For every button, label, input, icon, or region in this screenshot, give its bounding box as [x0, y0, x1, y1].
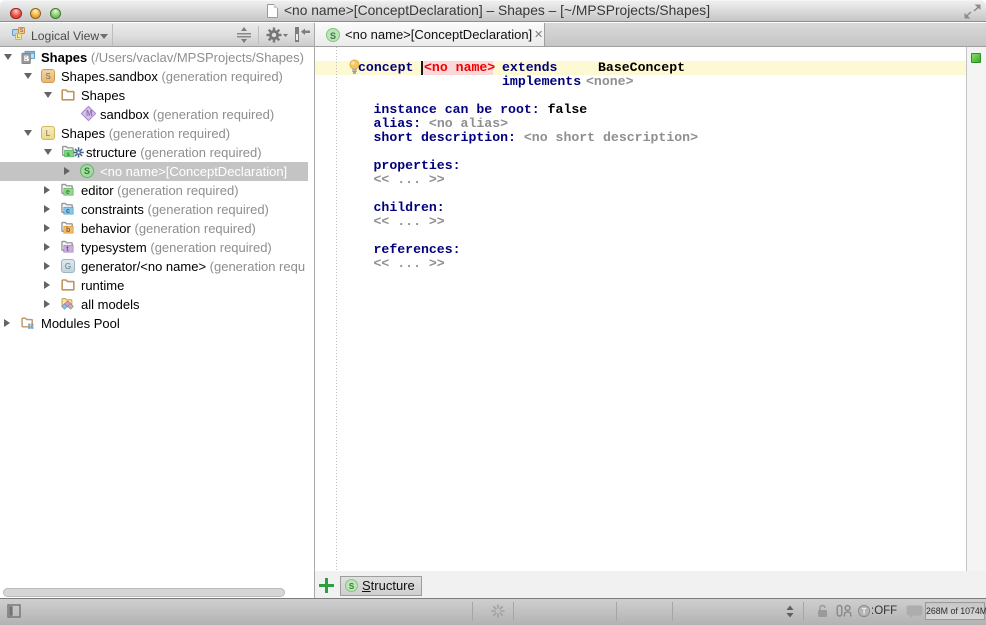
svg-text:b: b — [66, 227, 70, 234]
svg-text:e: e — [66, 189, 70, 196]
svg-text:s: s — [66, 151, 70, 158]
svg-text:T: T — [862, 607, 867, 616]
svg-text:c: c — [66, 208, 70, 215]
